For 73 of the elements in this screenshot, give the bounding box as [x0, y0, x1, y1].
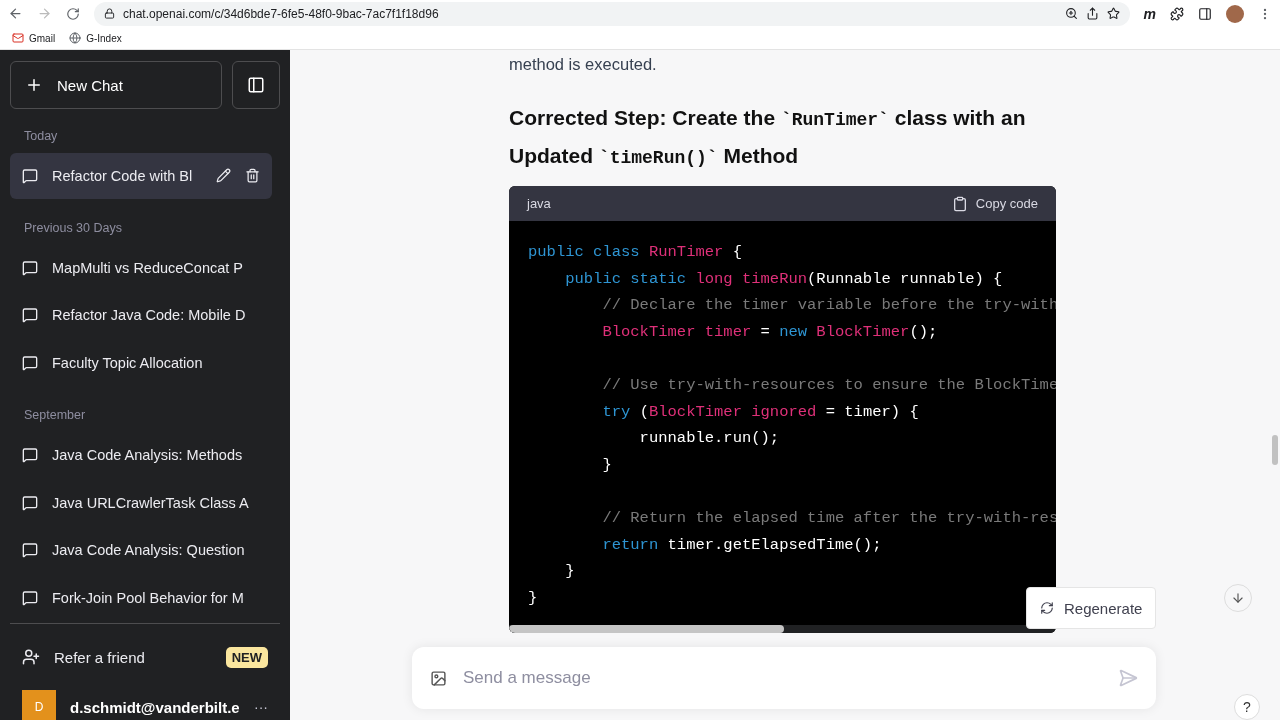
scroll-down-button[interactable] [1224, 584, 1252, 612]
code-line: runnable.run(); [638, 428, 780, 450]
chat-icon [22, 355, 38, 372]
section-label: Previous 30 Days [23, 219, 123, 237]
chat-item[interactable]: Fork-Join Pool Behavior for M [10, 575, 280, 621]
chat-icon [22, 446, 38, 463]
clipboard-icon [951, 195, 968, 212]
chat-item[interactable]: Refactor Code with Bl [10, 153, 272, 199]
arrow-down-icon [1231, 591, 1245, 605]
step-heading: Corrected Step: Create the `RunTimer` class with an Updated `timeRun()` Method [509, 105, 1027, 170]
bookmark-link[interactable]: G-Index [69, 32, 122, 44]
chat-icon [22, 542, 38, 559]
profile-avatar[interactable] [1226, 4, 1244, 23]
code-line: BlockTimer timer = new BlockTimer(); [601, 321, 938, 343]
message-input[interactable]: Send a message [461, 667, 1104, 689]
plus-icon [25, 76, 43, 94]
code-line: } [528, 587, 538, 609]
code-line: // Declare the timer variable before the try-with [601, 295, 1056, 317]
code-language: java [527, 196, 551, 211]
url-text: chat.openai.com/c/34d6bde7-6fe5-48f0-9bac-7ac7f1f18d96 [123, 6, 439, 21]
chat-item[interactable]: Refactor Java Code: Mobile D [10, 292, 280, 339]
chat-item[interactable]: Java Code Analysis: Question [10, 527, 280, 574]
back-icon[interactable] [8, 6, 23, 21]
chat-item[interactable]: Faculty Topic Allocation [10, 340, 280, 386]
section-label: Today [23, 128, 59, 145]
extensions-icon[interactable] [1170, 6, 1184, 21]
page-scrollbar[interactable] [1272, 435, 1278, 465]
code-line: public static long timeRun(Runnable runnable) { [564, 268, 1003, 290]
sidebar-toggle-button[interactable] [232, 61, 280, 109]
new-badge: NEW [225, 646, 268, 668]
chat-item[interactable]: MapMulti vs ReduceConcat P [10, 244, 280, 291]
bookmark-star-icon[interactable] [1106, 7, 1120, 20]
address-bar[interactable]: chat.openai.com/c/34d6bde7-6fe5-48f0-9bac-7ac7f1f18d96 [94, 1, 1130, 26]
more-options[interactable]: ··· [254, 699, 268, 715]
code-line: } [564, 561, 575, 583]
help-button[interactable]: ? [1234, 694, 1260, 720]
chat-item[interactable]: Java Code Analysis: Methods [10, 432, 280, 478]
code-scrollbar[interactable] [509, 625, 784, 634]
share-icon[interactable] [1085, 7, 1099, 20]
chat-item[interactable]: Java URLCrawlerTask Class A [10, 479, 280, 526]
chat-icon [22, 167, 38, 184]
section-label: September [23, 407, 87, 424]
new-chat-button[interactable]: New Chat [10, 61, 222, 109]
code-line: } [601, 454, 612, 476]
reload-icon[interactable] [66, 6, 80, 21]
refer-friend-link[interactable]: Refer a friend NEW [10, 634, 280, 680]
user-avatar: D [22, 690, 56, 720]
regenerate-button[interactable]: Regenerate [1026, 587, 1157, 629]
side-panel-icon[interactable] [1198, 6, 1212, 21]
bookmark-link[interactable]: Gmail [12, 32, 56, 44]
chat-icon [22, 494, 38, 511]
extension-button[interactable]: m [1143, 5, 1156, 22]
mail-icon [12, 32, 24, 44]
message-composer[interactable]: Send a message [412, 647, 1156, 709]
delete-icon[interactable] [245, 168, 260, 184]
chat-icon [22, 590, 38, 607]
edit-icon[interactable] [216, 168, 231, 184]
code-line: return timer.getElapsedTime(); [601, 534, 882, 556]
globe-icon [69, 32, 82, 44]
code-line: public class RunTimer { [528, 242, 742, 263]
chat-icon [22, 307, 38, 324]
image-icon[interactable] [430, 669, 447, 687]
add-user-icon [22, 648, 40, 666]
code-line: try (BlockTimer ignored = timer) { [601, 401, 919, 423]
sidebar-icon [247, 76, 265, 94]
refresh-icon [1040, 601, 1054, 615]
zoom-icon[interactable] [1064, 7, 1078, 20]
user-email: d.schmidt@vanderbilt.e [70, 699, 240, 716]
copy-code-button[interactable]: Copy code [951, 195, 1038, 212]
chat-icon [22, 259, 38, 276]
user-account-row[interactable]: D d.schmidt@vanderbilt.e ··· [10, 680, 280, 720]
message-text: method is executed. [509, 54, 658, 75]
lock-icon [104, 8, 115, 19]
